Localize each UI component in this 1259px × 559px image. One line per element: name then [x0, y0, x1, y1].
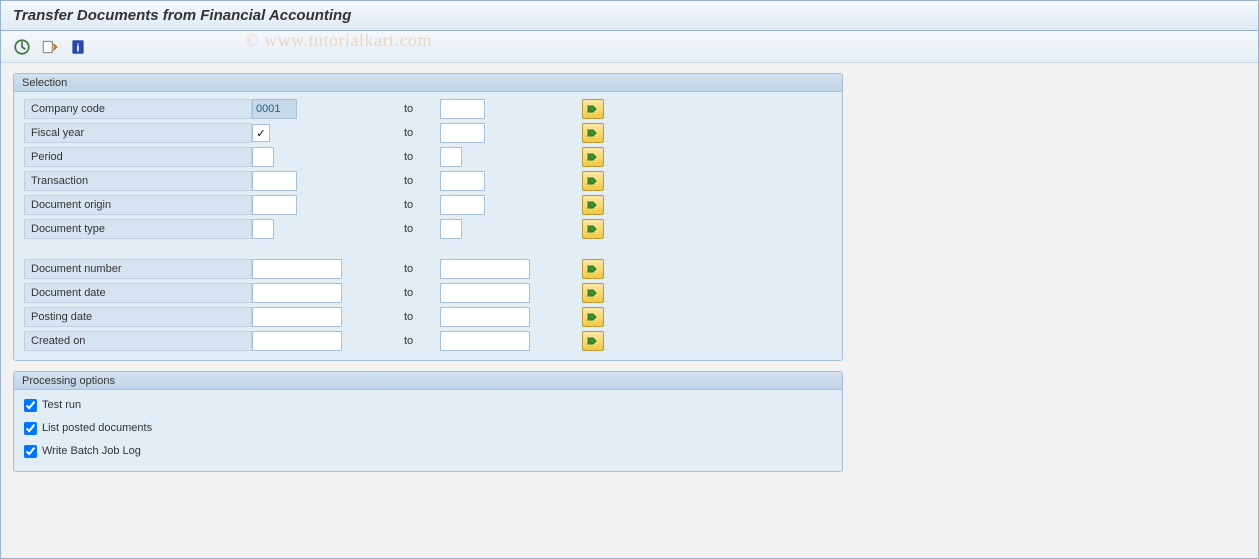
document-number-from-input[interactable] — [252, 259, 342, 279]
document-origin-to-input[interactable] — [440, 195, 485, 215]
document-type-more-button[interactable] — [582, 219, 604, 239]
row-company-code: Company code to — [24, 98, 832, 120]
fiscal-year-to-input[interactable] — [440, 123, 485, 143]
write-log-checkbox[interactable] — [24, 445, 37, 458]
row-created-on: Created on to — [24, 330, 832, 352]
to-label: to — [402, 311, 440, 323]
created-on-from-input[interactable] — [252, 331, 342, 351]
row-document-type: Document type to — [24, 218, 832, 240]
row-period: Period to — [24, 146, 832, 168]
to-label: to — [402, 287, 440, 299]
info-icon[interactable]: i — [69, 38, 87, 56]
company-code-more-button[interactable] — [582, 99, 604, 119]
posting-date-from-input[interactable] — [252, 307, 342, 327]
label-document-type: Document type — [24, 219, 252, 239]
document-date-to-input[interactable] — [440, 283, 530, 303]
label-company-code: Company code — [24, 99, 252, 119]
page-title: Transfer Documents from Financial Accoun… — [1, 1, 1258, 31]
to-label: to — [402, 175, 440, 187]
fiscal-year-from-checkbox[interactable]: ✓ — [252, 124, 270, 142]
list-posted-label: List posted documents — [42, 422, 152, 434]
to-label: to — [402, 199, 440, 211]
created-on-more-button[interactable] — [582, 331, 604, 351]
selection-group-header: Selection — [14, 74, 842, 92]
variant-icon[interactable] — [41, 38, 59, 56]
document-origin-from-input[interactable] — [252, 195, 297, 215]
document-number-to-input[interactable] — [440, 259, 530, 279]
label-document-number: Document number — [24, 259, 252, 279]
created-on-to-input[interactable] — [440, 331, 530, 351]
transaction-to-input[interactable] — [440, 171, 485, 191]
toolbar: i — [1, 31, 1258, 63]
to-label: to — [402, 263, 440, 275]
transaction-from-input[interactable] — [252, 171, 297, 191]
document-origin-more-button[interactable] — [582, 195, 604, 215]
document-number-more-button[interactable] — [582, 259, 604, 279]
period-from-input[interactable] — [252, 147, 274, 167]
transaction-more-button[interactable] — [582, 171, 604, 191]
label-document-origin: Document origin — [24, 195, 252, 215]
label-fiscal-year: Fiscal year — [24, 123, 252, 143]
document-type-to-input[interactable] — [440, 219, 462, 239]
test-run-label: Test run — [42, 399, 81, 411]
label-period: Period — [24, 147, 252, 167]
row-document-number: Document number to — [24, 258, 832, 280]
test-run-checkbox[interactable] — [24, 399, 37, 412]
document-type-from-input[interactable] — [252, 219, 274, 239]
row-fiscal-year: Fiscal year ✓ to — [24, 122, 832, 144]
label-document-date: Document date — [24, 283, 252, 303]
company-code-from-input[interactable] — [252, 99, 297, 119]
row-document-date: Document date to — [24, 282, 832, 304]
to-label: to — [402, 151, 440, 163]
period-to-input[interactable] — [440, 147, 462, 167]
document-date-from-input[interactable] — [252, 283, 342, 303]
document-date-more-button[interactable] — [582, 283, 604, 303]
execute-icon[interactable] — [13, 38, 31, 56]
label-transaction: Transaction — [24, 171, 252, 191]
to-label: to — [402, 223, 440, 235]
selection-group: Selection Company code to Fiscal year ✓ … — [13, 73, 843, 361]
posting-date-to-input[interactable] — [440, 307, 530, 327]
list-posted-checkbox[interactable] — [24, 422, 37, 435]
svg-text:i: i — [76, 42, 79, 54]
posting-date-more-button[interactable] — [582, 307, 604, 327]
to-label: to — [402, 127, 440, 139]
label-created-on: Created on — [24, 331, 252, 351]
processing-options-header: Processing options — [14, 372, 842, 390]
company-code-to-input[interactable] — [440, 99, 485, 119]
period-more-button[interactable] — [582, 147, 604, 167]
to-label: to — [402, 335, 440, 347]
row-document-origin: Document origin to — [24, 194, 832, 216]
row-posting-date: Posting date to — [24, 306, 832, 328]
row-transaction: Transaction to — [24, 170, 832, 192]
to-label: to — [402, 103, 440, 115]
processing-options-group: Processing options Test run List posted … — [13, 371, 843, 472]
label-posting-date: Posting date — [24, 307, 252, 327]
fiscal-year-more-button[interactable] — [582, 123, 604, 143]
write-log-label: Write Batch Job Log — [42, 445, 141, 457]
